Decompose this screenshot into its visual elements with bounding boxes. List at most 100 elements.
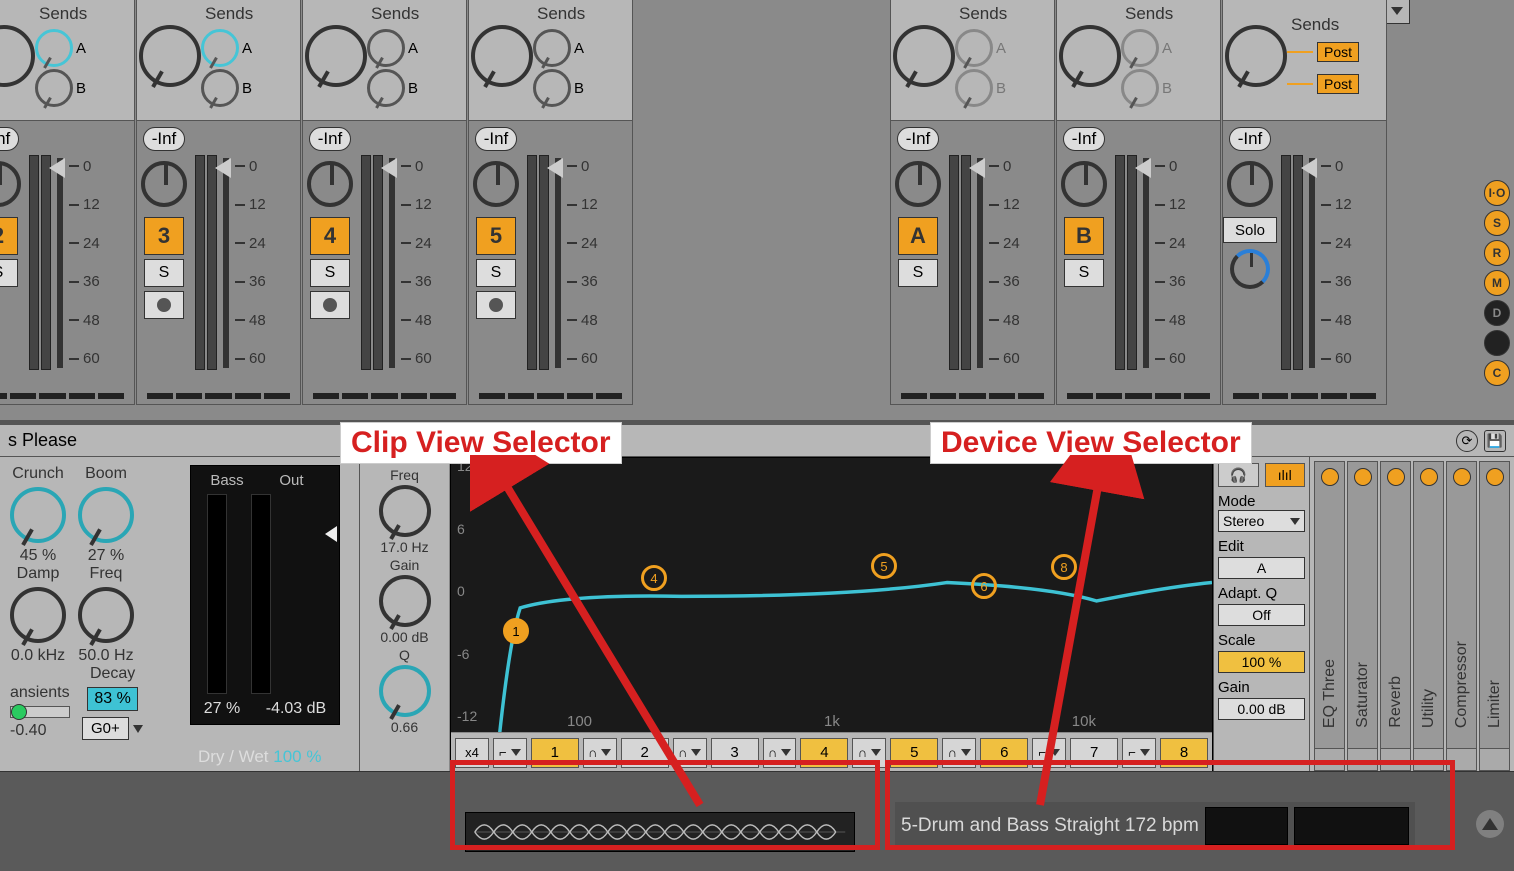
eq-band-handle-6[interactable]: 6 — [971, 573, 997, 599]
eq-gain-knob[interactable] — [379, 575, 431, 627]
eq-band-handle-8[interactable]: 8 — [1051, 554, 1077, 580]
send-b-knob[interactable] — [35, 69, 73, 107]
send-b-knob[interactable] — [1121, 69, 1159, 107]
return-activator-b[interactable]: B — [1064, 217, 1104, 255]
eq-mode-select[interactable]: Stereo — [1218, 510, 1305, 532]
returns-toggle[interactable]: R — [1484, 240, 1510, 266]
post-send-b-button[interactable]: Post — [1317, 74, 1359, 94]
post-send-a-button[interactable]: Post — [1317, 42, 1359, 62]
db-transients-value[interactable]: -0.40 — [10, 722, 70, 740]
solo-button[interactable]: S — [1064, 259, 1104, 287]
volume-fader[interactable] — [389, 158, 395, 368]
db-decay-value[interactable]: 83 % — [87, 687, 137, 711]
crossfade-toggle[interactable]: C — [1484, 360, 1510, 386]
device-on-icon[interactable] — [1321, 468, 1339, 486]
delay-toggle[interactable]: D — [1484, 300, 1510, 326]
db-boom-knob[interactable] — [78, 487, 134, 543]
db-boom-value[interactable]: 27 % — [78, 547, 134, 565]
volume-fader[interactable] — [555, 158, 561, 368]
device-slot-eqthree[interactable]: EQ Three — [1314, 461, 1345, 771]
solo-button[interactable]: S — [898, 259, 938, 287]
expand-triangle-icon[interactable] — [1476, 810, 1504, 838]
device-on-icon[interactable] — [1387, 468, 1405, 486]
headphone-icon[interactable]: 🎧 — [1218, 463, 1259, 487]
volume-fader[interactable] — [57, 158, 63, 368]
track-activator-2[interactable]: 2 — [0, 217, 18, 255]
db-freq-knob[interactable] — [78, 587, 134, 643]
volume-readout[interactable]: -Inf — [475, 127, 518, 151]
volume-knob[interactable] — [0, 161, 21, 207]
device-on-icon[interactable] — [1354, 468, 1372, 486]
volume-readout[interactable]: -Inf — [143, 127, 186, 151]
volume-fader[interactable] — [977, 158, 983, 368]
send-b-knob[interactable] — [367, 69, 405, 107]
db-transients-slider[interactable] — [11, 704, 27, 720]
pan-knob[interactable] — [893, 25, 955, 87]
send-b-knob[interactable] — [955, 69, 993, 107]
device-on-icon[interactable] — [1420, 468, 1438, 486]
send-a-knob[interactable] — [1121, 29, 1159, 67]
track-activator-5[interactable]: 5 — [476, 217, 516, 255]
device-title-bar[interactable]: s Please ⟳ 💾 — [0, 425, 1514, 457]
eq-adaptq-button[interactable]: Off — [1218, 604, 1305, 626]
return-activator-a[interactable]: A — [898, 217, 938, 255]
eq-scale-value[interactable]: 100 % — [1218, 651, 1305, 673]
pan-knob[interactable] — [305, 25, 367, 87]
solo-button[interactable]: S — [310, 259, 350, 287]
volume-readout[interactable]: -Inf — [897, 127, 940, 151]
eq-q-value[interactable]: 0.66 — [364, 719, 445, 735]
volume-knob[interactable] — [1227, 161, 1273, 207]
sends-toggle[interactable]: S — [1484, 210, 1510, 236]
volume-readout[interactable]: -Inf — [1063, 127, 1106, 151]
eq-freq-knob[interactable] — [379, 485, 431, 537]
solo-button[interactable]: S — [144, 259, 184, 287]
device-slot-reverb[interactable]: Reverb — [1380, 461, 1411, 771]
hot-swap-icon[interactable]: ⟳ — [1456, 430, 1478, 452]
db-go-button[interactable]: G0+ — [82, 717, 129, 740]
db-crunch-knob[interactable] — [10, 487, 66, 543]
device-on-icon[interactable] — [1453, 468, 1471, 486]
send-b-knob[interactable] — [533, 69, 571, 107]
volume-knob[interactable] — [895, 161, 941, 207]
send-a-knob[interactable] — [35, 29, 73, 67]
pan-knob[interactable] — [0, 25, 35, 87]
volume-fader[interactable] — [1309, 158, 1315, 368]
volume-knob[interactable] — [1061, 161, 1107, 207]
send-a-knob[interactable] — [367, 29, 405, 67]
pan-knob[interactable] — [471, 25, 533, 87]
out-handle-icon[interactable] — [325, 526, 337, 542]
device-slot-compressor[interactable]: Compressor — [1446, 461, 1477, 771]
eq-band-handle-1[interactable]: 1 — [503, 618, 529, 644]
volume-readout[interactable]: -Inf — [0, 127, 19, 151]
volume-knob[interactable] — [141, 161, 187, 207]
send-a-knob[interactable] — [533, 29, 571, 67]
db-drywet[interactable]: Dry / Wet 100 % — [198, 747, 321, 767]
record-arm-button[interactable] — [310, 291, 350, 319]
eq-graph[interactable]: 1260-6-12 1 4 5 6 8 1001k10k x4 ⌐ 1 ∩ 2 … — [450, 457, 1213, 775]
volume-readout[interactable]: -Inf — [309, 127, 352, 151]
db-freq-value[interactable]: 50.0 Hz — [78, 647, 134, 665]
volume-knob[interactable] — [307, 161, 353, 207]
device-slot-utility[interactable]: Utility — [1413, 461, 1444, 771]
volume-fader[interactable] — [223, 158, 229, 368]
cue-volume-knob[interactable] — [1230, 249, 1270, 289]
device-on-icon[interactable] — [1486, 468, 1504, 486]
send-a-knob[interactable] — [955, 29, 993, 67]
io-toggle[interactable]: I·O — [1484, 180, 1510, 206]
spectrum-icon[interactable]: ılıl — [1265, 463, 1306, 487]
eq-edit-button[interactable]: A — [1218, 557, 1305, 579]
save-preset-icon[interactable]: 💾 — [1484, 430, 1506, 452]
db-crunch-value[interactable]: 45 % — [10, 547, 66, 565]
eq-rgain-value[interactable]: 0.00 dB — [1218, 698, 1305, 720]
send-a-knob[interactable] — [201, 29, 239, 67]
pan-knob[interactable] — [1059, 25, 1121, 87]
volume-knob[interactable] — [473, 161, 519, 207]
solo-button[interactable]: S — [0, 259, 18, 287]
record-arm-button[interactable] — [476, 291, 516, 319]
eq-gain-value[interactable]: 0.00 dB — [364, 629, 445, 645]
pan-knob[interactable] — [1225, 25, 1287, 87]
eq-band-handle-4[interactable]: 4 — [641, 565, 667, 591]
mixer-toggle[interactable]: M — [1484, 270, 1510, 296]
master-solo-button[interactable]: Solo — [1223, 217, 1277, 243]
volume-fader[interactable] — [1143, 158, 1149, 368]
